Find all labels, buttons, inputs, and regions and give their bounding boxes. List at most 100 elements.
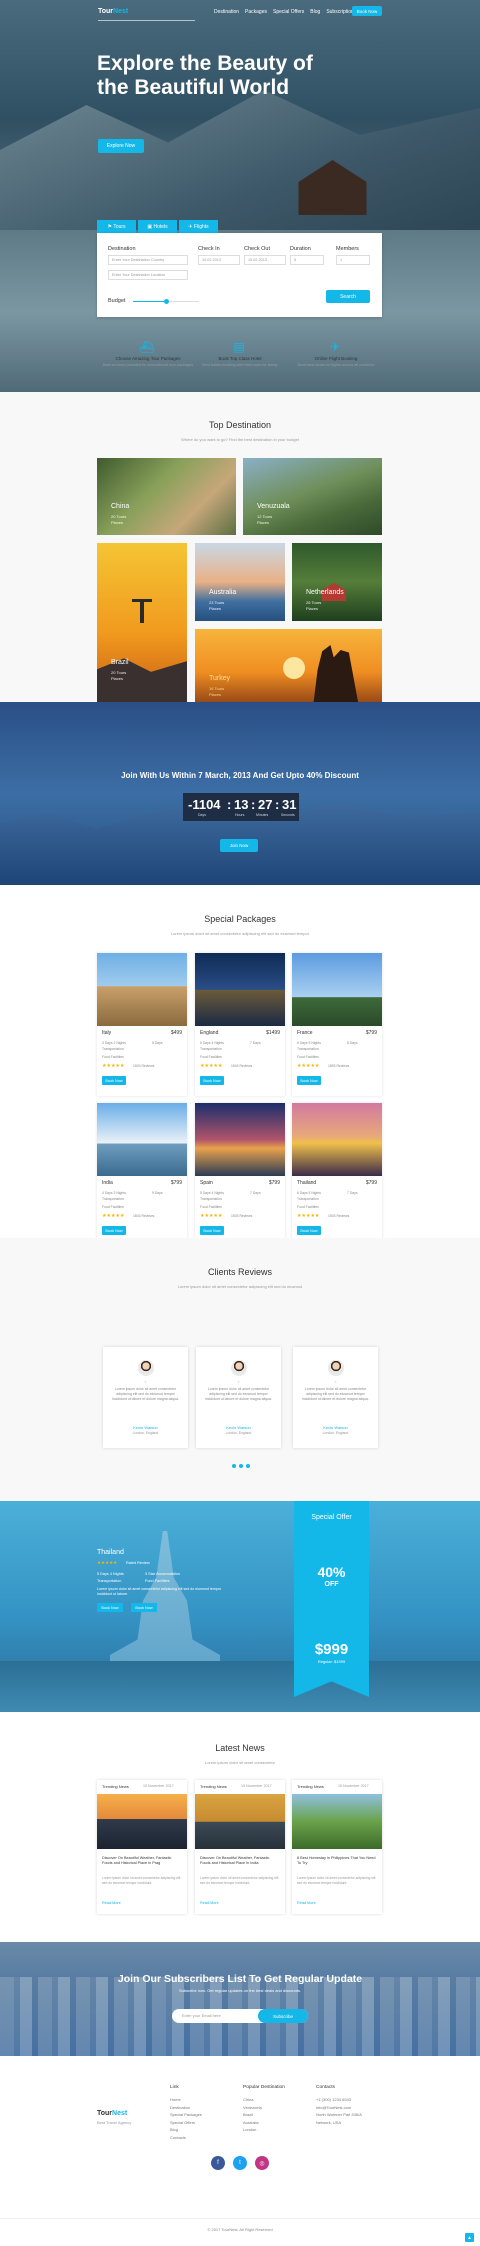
package-name: England xyxy=(200,1030,219,1036)
package-card[interactable]: Spain $799 5 Days 4 Nights 7 Days Transp… xyxy=(195,1103,285,1246)
dest-turkey[interactable]: Turkey 16 Tours Places xyxy=(195,629,382,707)
duration-label: Duration xyxy=(290,246,311,252)
footer-link-home[interactable]: Home xyxy=(170,2096,202,2104)
dest-venuzuala[interactable]: Venuzuala 12 Tours Places xyxy=(243,458,382,535)
package-price: $1499 xyxy=(266,1030,280,1036)
dest-netherlands[interactable]: Netherlands 26 Tours Places xyxy=(292,543,382,621)
dest-name: Brazil xyxy=(111,659,129,666)
back-to-top-icon[interactable]: ▲ xyxy=(465,2233,474,2242)
footer-pop-item[interactable]: China xyxy=(243,2096,285,2104)
countdown-sep: : xyxy=(251,797,256,812)
nav-blog[interactable]: Blog xyxy=(310,9,320,15)
dest-china[interactable]: China 20 Tours Places xyxy=(97,458,236,535)
countdown-sep: : xyxy=(275,797,280,812)
package-book-button[interactable]: Book Now xyxy=(102,1226,126,1235)
package-detail: Food Facilities xyxy=(102,1055,124,1059)
package-detail: Food Facilities xyxy=(200,1205,222,1209)
package-detail: 3 Days 2 Nights xyxy=(102,1041,126,1045)
review-text: Lorem ipsum dolor sit amet consectetur a… xyxy=(112,1387,179,1401)
package-card[interactable]: India $799 4 Days 3 Nights 9 Days Transp… xyxy=(97,1103,187,1246)
footer-pop-item[interactable]: Australia xyxy=(243,2119,285,2127)
footer-logo[interactable]: TourNest xyxy=(97,2110,127,2117)
package-card[interactable]: England $1499 5 Days 4 Nights 7 Days Tra… xyxy=(195,953,285,1096)
package-card[interactable]: France $799 6 Days 5 Nights 8 Days Trans… xyxy=(292,953,382,1096)
join-now-button[interactable]: Join Now xyxy=(220,839,258,852)
budget-slider-handle[interactable] xyxy=(164,299,169,304)
reviewer-location: London, England xyxy=(322,1431,349,1435)
destination-location-input[interactable]: Enter Your Destination Location xyxy=(108,270,188,280)
carousel-dot[interactable] xyxy=(246,1464,250,1468)
hero-title: Explore the Beauty of the Beautiful Worl… xyxy=(97,52,313,99)
budget-slider-track[interactable] xyxy=(133,299,199,304)
carousel-dot[interactable] xyxy=(232,1464,236,1468)
facebook-icon[interactable]: f xyxy=(211,2156,225,2170)
special-book-button-2[interactable]: Book Now xyxy=(131,1603,157,1612)
footer-pop-item[interactable]: London xyxy=(243,2126,285,2134)
footer-link-packages[interactable]: Special Packages xyxy=(170,2111,202,2119)
checkout-input[interactable]: 15.02.2013 xyxy=(244,255,286,265)
destination-country-input[interactable]: Enter Your Destination Country xyxy=(108,255,188,265)
dest-brazil[interactable]: Brazil 20 Tours Places xyxy=(97,543,187,707)
book-now-button[interactable]: Book Now xyxy=(352,6,382,16)
reviewer-location: London, England xyxy=(132,1431,159,1435)
package-book-button[interactable]: Book Now xyxy=(102,1076,126,1085)
package-book-button[interactable]: Book Now xyxy=(297,1226,321,1235)
duration-select[interactable]: 5 xyxy=(290,255,324,265)
news-headline[interactable]: Discover On Beautiful Weather, Fantastic… xyxy=(200,1856,280,1866)
package-card[interactable]: Italy $499 3 Days 2 Nights 5 Days Transp… xyxy=(97,953,187,1096)
footer-pop-item[interactable]: Venezuela xyxy=(243,2104,285,2112)
ribbon-off: OFF xyxy=(324,1581,339,1588)
twitter-icon[interactable]: t xyxy=(233,2156,247,2170)
search-button[interactable]: Search xyxy=(326,290,370,303)
instagram-icon[interactable]: ◎ xyxy=(255,2156,269,2170)
rating-stars: ★★★★★ xyxy=(297,1213,320,1219)
news-card[interactable]: Trending News 15 November 2017 Discover … xyxy=(195,1780,285,1914)
nav-special-offers[interactable]: Special Offers xyxy=(273,9,304,15)
tab-hotels[interactable]: ▣ Hotels xyxy=(138,220,177,233)
read-more-link[interactable]: Read More xyxy=(297,1901,316,1905)
news-headline[interactable]: Discover On Beautiful Weather, Fantastic… xyxy=(102,1856,182,1866)
news-card[interactable]: Trending News 15 November 2017 8 Best Ho… xyxy=(292,1780,382,1914)
checkin-input[interactable]: 10.02.2013 xyxy=(198,255,240,265)
package-book-button[interactable]: Book Now xyxy=(200,1076,224,1085)
footer-email[interactable]: info@TourNest.com xyxy=(316,2104,362,2112)
special-book-button-1[interactable]: Book Now xyxy=(97,1603,123,1612)
ribbon-price-note: Regular: $1999 xyxy=(317,1659,346,1664)
logo[interactable]: TourNest xyxy=(98,8,128,15)
footer-link-blog[interactable]: Blog xyxy=(170,2126,202,2134)
special-li2: 3 Star Accomodation xyxy=(145,1572,181,1576)
subscribe-title: Join Our Subscribers List To Get Regular… xyxy=(117,1973,363,1985)
subscribe-button[interactable]: Subscribe xyxy=(258,2009,308,2023)
news-headline[interactable]: 8 Best Homestay in Philippines That You … xyxy=(297,1856,377,1866)
package-detail: Transportation xyxy=(200,1197,222,1201)
footer-pop-item[interactable]: Brazil xyxy=(243,2111,285,2119)
news-card[interactable]: Trending News 15 November 2017 Discover … xyxy=(97,1780,187,1914)
package-card[interactable]: Thailand $799 6 Days 5 Nights 7 Days Tra… xyxy=(292,1103,382,1246)
nav-destination[interactable]: Destination xyxy=(214,9,239,15)
explore-now-button[interactable]: Explore Now xyxy=(98,139,144,153)
tab-tours[interactable]: ⚑ Tours xyxy=(97,220,136,233)
tab-flights[interactable]: ✈ Flights xyxy=(179,220,218,233)
footer-link-contacts[interactable]: Contacts xyxy=(170,2134,202,2142)
package-name: India xyxy=(102,1180,113,1186)
nav-subscription[interactable]: Subscription xyxy=(326,9,354,15)
statue-silhouette xyxy=(132,599,152,623)
read-more-link[interactable]: Read More xyxy=(200,1901,219,1905)
package-reviews: 1893 Reviews xyxy=(328,1064,350,1068)
destination-label: Destination xyxy=(108,246,136,252)
reviews-title: Clients Reviews xyxy=(207,1267,273,1277)
package-book-button[interactable]: Book Now xyxy=(200,1226,224,1235)
dest-australia[interactable]: Australia 23 Tours Places xyxy=(195,543,285,621)
package-reviews: 1543 Reviews xyxy=(231,1064,253,1068)
couple-silhouette xyxy=(313,645,359,707)
members-select[interactable]: 1 xyxy=(336,255,370,265)
reviews-subtitle: Lorem ipsum dolor sit amet consectetur a… xyxy=(177,1284,303,1289)
nav-packages[interactable]: Packages xyxy=(245,9,267,15)
package-detail: Transportation xyxy=(102,1047,124,1051)
footer-link-destination[interactable]: Destination xyxy=(170,2104,202,2112)
package-detail: Transportation xyxy=(297,1197,319,1201)
footer-link-offers[interactable]: Special Offers xyxy=(170,2119,202,2127)
read-more-link[interactable]: Read More xyxy=(102,1901,121,1905)
carousel-dot[interactable] xyxy=(239,1464,243,1468)
package-book-button[interactable]: Book Now xyxy=(297,1076,321,1085)
